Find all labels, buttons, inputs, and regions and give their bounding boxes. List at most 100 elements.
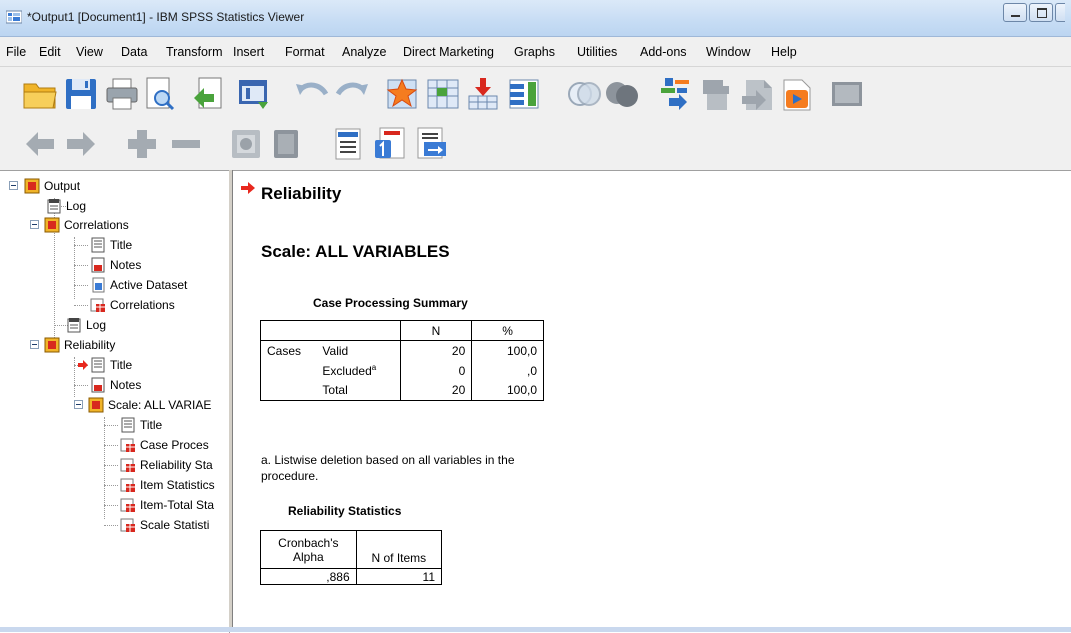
title-icon (91, 237, 105, 253)
variables-icon[interactable] (506, 76, 542, 112)
output-subheading[interactable]: Scale: ALL VARIABLES (261, 242, 450, 262)
menu-window[interactable]: Window (706, 45, 750, 59)
redo-icon[interactable] (334, 76, 370, 112)
tree-item-correlations[interactable]: Correlations (44, 216, 129, 234)
hide-icon[interactable] (829, 76, 865, 112)
goto-variable-icon[interactable] (425, 76, 461, 112)
hide-item-icon[interactable] (268, 126, 304, 162)
spss-app-icon[interactable] (6, 9, 22, 25)
tree-item-item-total-statistics[interactable]: Item-Total Sta (120, 496, 214, 514)
menu-add-ons[interactable]: Add-ons (640, 45, 687, 59)
notes-icon (91, 377, 105, 393)
output-heading[interactable]: Reliability (261, 184, 341, 204)
menu-analyze[interactable]: Analyze (342, 45, 386, 59)
menu-direct-marketing[interactable]: Direct Marketing (403, 45, 494, 59)
log-icon (67, 318, 81, 333)
menu-utilities[interactable]: Utilities (577, 45, 617, 59)
footnote-marker: a (371, 363, 377, 372)
collapse-scale-toggle[interactable] (74, 400, 83, 409)
print-icon[interactable] (104, 76, 140, 112)
collapse-correlations-toggle[interactable] (30, 220, 39, 229)
table-cell: 20 (400, 340, 473, 361)
menu-insert[interactable]: Insert (233, 45, 264, 59)
print-preview-icon[interactable] (142, 76, 178, 112)
menu-bar: File Edit View Data Transform Insert For… (0, 37, 1071, 67)
tree-item-reliability-notes[interactable]: Notes (90, 376, 141, 394)
undo-icon[interactable] (294, 76, 330, 112)
maximize-button[interactable] (1029, 3, 1053, 22)
case-processing-title[interactable]: Case Processing Summary (313, 296, 468, 310)
menu-help[interactable]: Help (771, 45, 797, 59)
minimize-button[interactable] (1003, 3, 1027, 22)
demote-icon[interactable] (740, 76, 776, 112)
tree-item-output[interactable]: Output (24, 177, 80, 195)
insert-output-icon[interactable] (465, 76, 501, 112)
goto-case-icon[interactable] (384, 76, 420, 112)
title-icon (121, 417, 135, 433)
pivot-table-icon (120, 478, 135, 492)
tree-item-case-processing[interactable]: Case Proces (120, 436, 209, 454)
menu-data[interactable]: Data (121, 45, 147, 59)
outline-pane[interactable]: Output Log Correlations Title Notes Acti… (0, 170, 230, 633)
row-group-spacer (260, 360, 317, 381)
title-icon (91, 357, 105, 373)
row-label: Total (316, 380, 401, 401)
insert-text-icon[interactable] (414, 126, 450, 162)
collapse-reliability-toggle[interactable] (30, 340, 39, 349)
menu-edit[interactable]: Edit (39, 45, 61, 59)
forward-icon[interactable] (63, 126, 99, 162)
tree-item-correlations-table[interactable]: Correlations (90, 296, 175, 314)
output-book-icon (44, 217, 60, 233)
select-last-output-icon[interactable] (604, 76, 640, 112)
horizontal-scrollbar[interactable] (0, 627, 1071, 632)
export-icon[interactable] (191, 76, 227, 112)
tree-item-active-dataset[interactable]: Active Dataset (90, 276, 187, 294)
recall-dialog-icon[interactable] (236, 76, 272, 112)
tree-item-scale-statistics[interactable]: Scale Statisti (120, 516, 209, 534)
open-icon[interactable] (22, 76, 58, 112)
tree-item-title[interactable]: Title (90, 236, 132, 254)
row-label-text: Excluded (322, 364, 372, 378)
menu-transform[interactable]: Transform (166, 45, 223, 59)
menu-format[interactable]: Format (285, 45, 325, 59)
insert-heading-icon[interactable] (330, 126, 366, 162)
tree-connector (74, 265, 88, 266)
case-processing-footnote[interactable]: a. Listwise deletion based on all variab… (261, 452, 551, 484)
column-header: N of Items (355, 530, 443, 569)
tree-connector (104, 417, 105, 519)
table-row: Excludeda 0 ,0 (260, 360, 544, 381)
menu-view[interactable]: View (76, 45, 103, 59)
show-all-icon[interactable] (778, 76, 814, 112)
tree-connector (74, 285, 88, 286)
pivot-table-icon (90, 298, 105, 312)
reliability-statistics-table[interactable]: Cronbach's Alpha N of Items ,886 11 (260, 530, 443, 585)
show-icon[interactable] (228, 126, 264, 162)
table-row: Total 20 100,0 (260, 380, 544, 401)
expand-icon[interactable] (124, 126, 160, 162)
tree-connector (104, 465, 118, 466)
script-icon[interactable] (657, 76, 693, 112)
case-processing-table[interactable]: N % Cases Valid 20 100,0 Excludeda 0 ,0 … (260, 320, 544, 401)
reliability-statistics-title[interactable]: Reliability Statistics (288, 504, 401, 518)
tree-item-item-statistics[interactable]: Item Statistics (120, 476, 215, 494)
tree-item-scale[interactable]: Scale: ALL VARIAE (88, 396, 211, 414)
tree-item-log-2[interactable]: Log (66, 316, 106, 334)
promote-icon[interactable] (697, 76, 733, 112)
collapse-icon[interactable] (168, 126, 204, 162)
back-icon[interactable] (22, 126, 58, 162)
tree-item-scale-title[interactable]: Title (120, 416, 162, 434)
pivot-table-icon (120, 438, 135, 452)
tree-item-notes[interactable]: Notes (90, 256, 141, 274)
collapse-output-toggle[interactable] (9, 181, 18, 190)
insert-title-icon[interactable] (372, 126, 408, 162)
tree-item-reliability[interactable]: Reliability (44, 336, 115, 354)
close-button[interactable] (1055, 3, 1065, 22)
tree-connector (74, 385, 88, 386)
tree-item-reliability-statistics[interactable]: Reliability Sta (120, 456, 213, 474)
menu-graphs[interactable]: Graphs (514, 45, 555, 59)
tree-item-reliability-title[interactable]: Title (90, 356, 132, 374)
tree-item-log[interactable]: Log (46, 197, 86, 215)
menu-file[interactable]: File (6, 45, 26, 59)
designate-window-icon[interactable] (566, 76, 602, 112)
save-icon[interactable] (63, 76, 99, 112)
